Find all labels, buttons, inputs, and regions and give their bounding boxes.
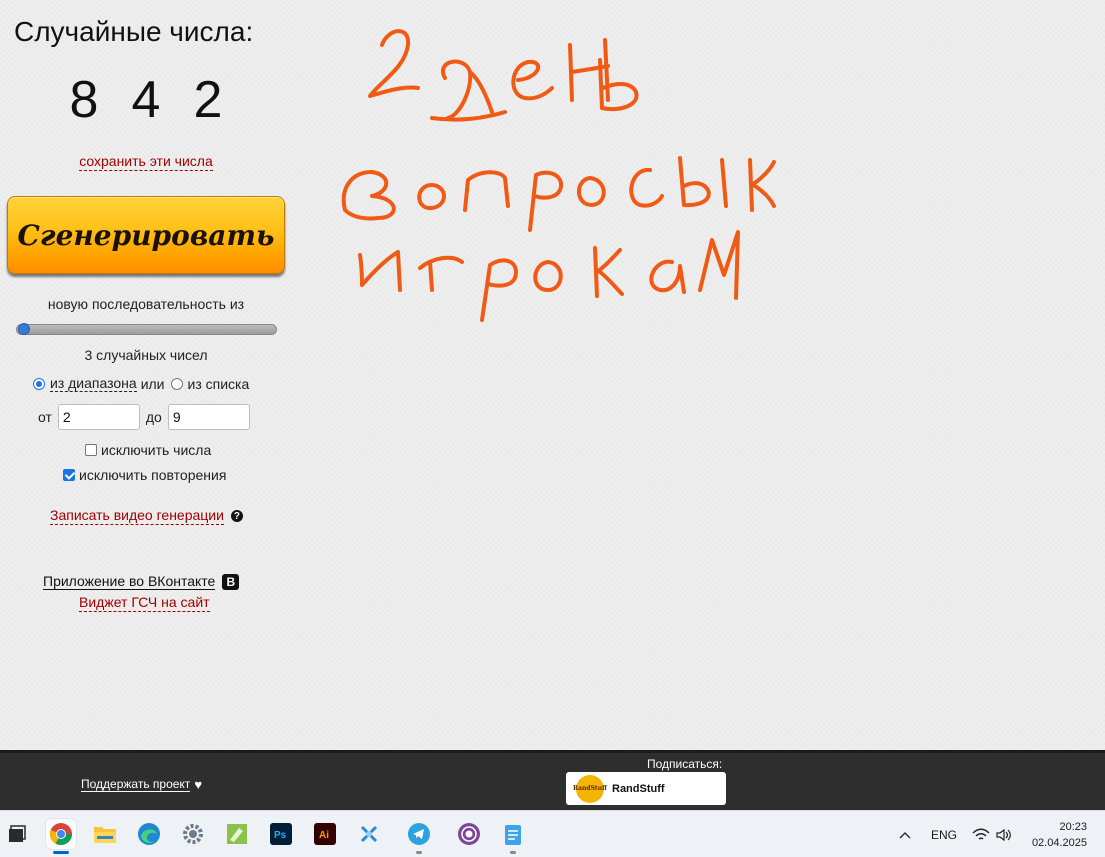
widget-link[interactable]: Виджет ГСЧ на сайт	[79, 594, 210, 612]
range-mode-label[interactable]: из диапазона	[50, 375, 137, 392]
sequence-label: новую последовательность из	[47, 296, 245, 312]
edge-icon[interactable]	[134, 819, 164, 849]
random-number: 8	[69, 71, 99, 129]
generate-button[interactable]: Сгенерировать	[7, 196, 285, 274]
ink-stroke	[593, 246, 624, 298]
subscribe-card[interactable]: RandStuff RandStuff	[566, 772, 726, 805]
or-text: или	[140, 375, 165, 392]
ink-stroke	[358, 250, 402, 292]
ink-stroke	[430, 59, 507, 122]
ink-stroke	[463, 170, 510, 212]
footer: Поддержать проект ♥ Подписаться: RandStu…	[0, 750, 1105, 810]
ink-stroke	[568, 38, 610, 102]
ink-stroke	[341, 170, 396, 221]
range-radio[interactable]	[33, 377, 45, 390]
photoshop-label: Ps	[274, 830, 287, 841]
heart-icon: ♥	[194, 777, 203, 792]
range-inputs: от до	[38, 404, 250, 430]
list-mode-label[interactable]: из списка	[188, 376, 250, 392]
volume-icon[interactable]	[996, 811, 1012, 857]
ink-stroke	[678, 156, 728, 208]
wifi-icon[interactable]	[972, 811, 990, 857]
ink-stroke	[629, 168, 664, 208]
to-label: до	[145, 409, 162, 425]
ink-stroke	[649, 259, 686, 294]
ink-stroke	[368, 29, 420, 98]
exclude-repeats-label[interactable]: исключить повторения	[79, 467, 226, 483]
randstuff-logo-icon: RandStuff	[573, 774, 607, 803]
count-label: 3 случайных чисел	[84, 347, 208, 363]
help-icon[interactable]: ?	[230, 510, 243, 522]
tor-browser-icon[interactable]	[454, 819, 484, 849]
exclude-numbers-row: исключить числа	[85, 442, 211, 458]
windows-start-icon[interactable]	[2, 819, 32, 849]
file-explorer-icon[interactable]	[90, 819, 120, 849]
running-indicator	[416, 851, 422, 854]
ink-stroke	[417, 183, 446, 211]
record-video-link[interactable]: Записать видео генерации	[50, 507, 224, 525]
exclude-repeats-row: исключить повторения	[63, 467, 226, 483]
support-link[interactable]: Поддержать проект	[81, 777, 191, 792]
show-hidden-icons[interactable]	[898, 811, 912, 857]
active-indicator	[53, 851, 69, 854]
taskbar: Ps Ai ENG 20:23 02.04.2025	[0, 810, 1105, 857]
ink-stroke	[418, 255, 464, 292]
exclude-numbers-label[interactable]: исключить числа	[101, 442, 211, 458]
random-number: 2	[193, 71, 223, 129]
notepad-plus-icon[interactable]	[222, 819, 252, 849]
ink-stroke	[511, 59, 554, 101]
vk-app-link[interactable]: Приложение во ВКонтакте	[43, 573, 216, 590]
vk-icon[interactable]: B	[222, 573, 240, 590]
chrome-icon[interactable]	[46, 819, 76, 854]
random-number: 4	[131, 71, 161, 129]
ink-stroke	[748, 158, 776, 212]
channel-name: RandStuff	[612, 782, 665, 795]
illustrator-label: Ai	[319, 830, 329, 841]
ink-stroke	[528, 170, 564, 232]
telegram-icon[interactable]	[404, 819, 434, 854]
clock-date: 02.04.2025	[1031, 837, 1087, 849]
vk-app-row: Приложение во ВКонтакте B	[43, 573, 240, 590]
clock[interactable]: 20:23 02.04.2025	[1032, 819, 1087, 851]
ink-stroke	[577, 176, 606, 207]
photoshop-icon[interactable]: Ps	[266, 819, 296, 849]
ink-stroke	[533, 260, 563, 292]
subscribe-label: Подписаться:	[647, 757, 723, 771]
save-numbers-link-row: сохранить эти числа	[0, 153, 292, 171]
to-input[interactable]	[167, 404, 250, 430]
exclude-repeats-checkbox[interactable]	[63, 469, 75, 481]
illustrator-icon[interactable]: Ai	[310, 819, 340, 849]
page: Случайные числа: 8 4 2 сохранить эти чис…	[0, 0, 1105, 750]
settings-icon[interactable]	[178, 819, 208, 849]
running-indicator	[510, 851, 516, 854]
widget-row: Виджет ГСЧ на сайт	[79, 594, 210, 612]
ink-stroke	[480, 258, 518, 322]
chevron-up-icon	[899, 831, 911, 839]
ink-stroke	[598, 58, 639, 112]
mode-selector: из диапазона или из списка	[33, 375, 249, 392]
ink-stroke	[698, 230, 740, 300]
count-slider[interactable]	[16, 323, 277, 335]
random-numbers: 8 4 2	[0, 70, 292, 130]
page-title: Случайные числа:	[14, 16, 254, 47]
support-row: Поддержать проект ♥	[81, 777, 202, 792]
notepad-icon[interactable]	[498, 819, 528, 854]
exclude-numbers-checkbox[interactable]	[85, 444, 97, 456]
slider-thumb[interactable]	[18, 323, 30, 335]
from-label: от	[38, 409, 52, 425]
app-x-icon[interactable]	[354, 819, 384, 849]
language-indicator[interactable]: ENG	[931, 811, 957, 857]
list-radio[interactable]	[170, 377, 183, 390]
from-input[interactable]	[57, 404, 140, 430]
save-numbers-link[interactable]: сохранить эти числа	[79, 153, 213, 171]
record-video-row: Записать видео генерации ?	[50, 507, 243, 525]
clock-time: 20:23	[1059, 821, 1087, 833]
